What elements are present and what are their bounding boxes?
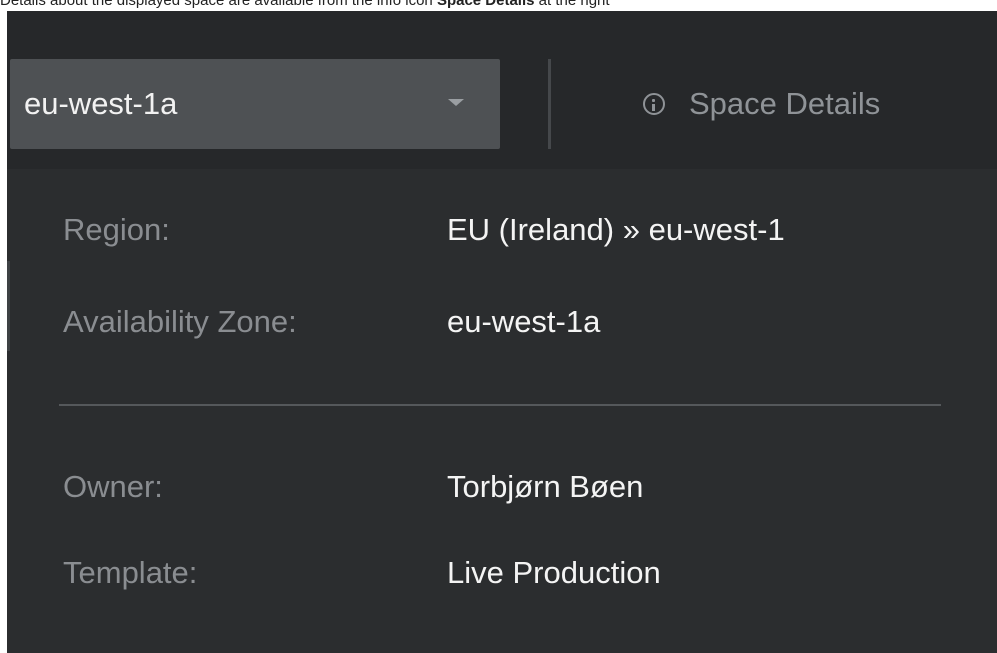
help-caption: Details about the displayed space are av… <box>0 0 997 11</box>
region-label: Region: <box>63 212 170 247</box>
availability-zone-label: Availability Zone: <box>63 304 297 339</box>
help-caption-bold: Space Details <box>436 0 535 9</box>
availability-zone-select[interactable]: eu-west-1a <box>10 59 500 149</box>
space-details-button[interactable]: Space Details <box>643 81 880 127</box>
region-value: EU (Ireland) » eu-west-1 <box>447 212 785 247</box>
detail-row-owner: Owner: Torbjørn Bøen <box>7 462 997 512</box>
detail-row-availability-zone: Availability Zone: eu-west-1a <box>7 297 997 347</box>
template-value: Live Production <box>447 555 661 590</box>
owner-value: Torbjørn Bøen <box>447 469 644 504</box>
help-caption-text: Details about the displayed space are av… <box>0 0 433 9</box>
help-caption-tail: at the right <box>538 0 610 9</box>
detail-row-template: Template: Live Production <box>7 548 997 598</box>
availability-zone-value: eu-west-1a <box>447 304 601 339</box>
space-toolbar: eu-west-1a Space Details <box>7 11 997 169</box>
details-divider <box>59 404 941 406</box>
space-details-panel: eu-west-1a Space Details Region: EU (Ire… <box>7 11 997 653</box>
toolbar-divider <box>548 59 551 149</box>
dropdown-caret-icon <box>448 99 464 106</box>
zone-select-value: eu-west-1a <box>24 86 178 121</box>
owner-label: Owner: <box>63 469 163 504</box>
space-details-label: Space Details <box>689 86 881 121</box>
info-icon <box>643 93 665 115</box>
template-label: Template: <box>63 555 198 590</box>
detail-row-region: Region: EU (Ireland) » eu-west-1 <box>7 205 997 255</box>
